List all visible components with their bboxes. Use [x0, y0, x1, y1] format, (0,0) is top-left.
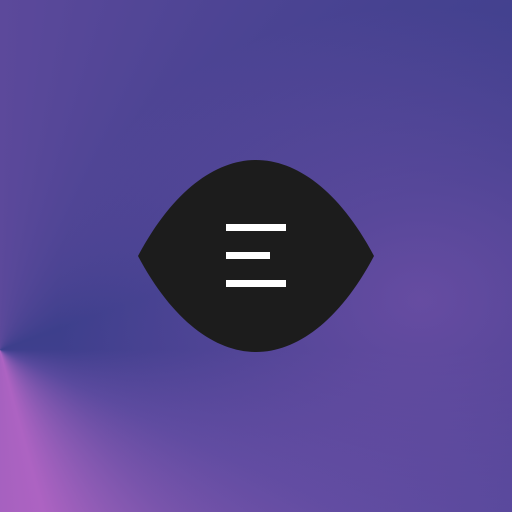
menu-icon [138, 160, 374, 352]
menu-line-top [226, 224, 286, 231]
app-icon-canvas [0, 0, 512, 512]
menu-button[interactable] [138, 160, 374, 352]
menu-line-middle [226, 252, 270, 259]
menu-line-bottom [226, 280, 286, 287]
